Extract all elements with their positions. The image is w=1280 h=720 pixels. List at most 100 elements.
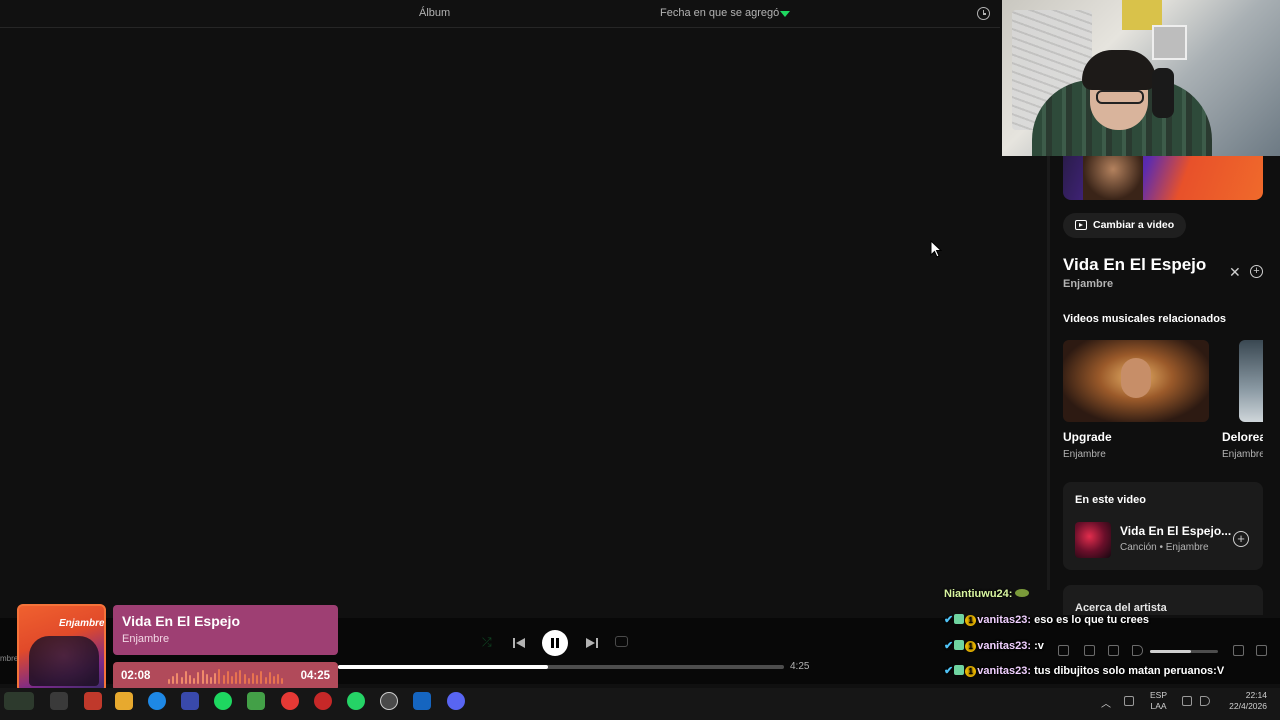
chrome-icon[interactable] xyxy=(281,692,299,710)
artist-canvas-image[interactable] xyxy=(1063,156,1263,200)
waveform-bar xyxy=(210,677,212,684)
microphone-icon[interactable] xyxy=(1058,645,1069,656)
chat-username: vanitas23: xyxy=(977,614,1032,626)
about-artist-card[interactable]: Acerca del artista xyxy=(1063,585,1263,615)
close-icon[interactable]: ✕ xyxy=(1229,265,1241,279)
waveform-bar xyxy=(176,673,179,684)
speaker-icon[interactable] xyxy=(1200,696,1210,706)
overlay-track-artist: Enjambre xyxy=(122,633,170,645)
overlay-total-time: 04:25 xyxy=(300,670,330,682)
minecraft-icon[interactable] xyxy=(247,692,265,710)
chevron-up-icon[interactable]: ︿ xyxy=(1101,695,1111,710)
waveform-bar xyxy=(184,671,187,684)
settings-icon[interactable] xyxy=(380,692,398,710)
clock-date: 22/4/2026 xyxy=(1229,701,1267,711)
chat-username: vanitas23: xyxy=(977,640,1032,652)
network-icon[interactable] xyxy=(1182,696,1192,706)
previous-track-icon[interactable] xyxy=(512,636,526,654)
date-added-column-header[interactable]: Fecha en que se agregó xyxy=(660,7,779,19)
subscriber-badge-icon xyxy=(954,665,965,675)
related-video-thumbnail[interactable] xyxy=(1239,340,1263,422)
song-cover-thumbnail[interactable] xyxy=(1075,522,1111,558)
rank-badge-icon: 1 xyxy=(965,666,977,677)
miniplayer-icon[interactable] xyxy=(1233,645,1244,656)
language-code: ESP xyxy=(1150,690,1168,700)
file-explorer-icon[interactable] xyxy=(115,692,133,710)
tray-app-icon[interactable] xyxy=(1124,696,1134,706)
store-icon[interactable] xyxy=(181,692,199,710)
related-video-artist[interactable]: Enjambre xyxy=(1222,449,1263,460)
waveform-bar xyxy=(268,672,271,684)
related-video-thumbnail[interactable] xyxy=(1063,340,1209,422)
chat-message: ✔ 1 vanitas23: eso es lo que tu crees xyxy=(944,613,1149,626)
overlay-waveform xyxy=(168,669,288,684)
video-icon xyxy=(1075,220,1087,230)
clock-icon[interactable] xyxy=(977,7,990,20)
spotify-icon[interactable] xyxy=(214,692,232,710)
waveform-bar xyxy=(180,677,183,684)
start-button-icon[interactable] xyxy=(4,692,34,710)
related-video-title[interactable]: Upgrade xyxy=(1063,430,1112,444)
related-videos-heading: Videos musicales relacionados xyxy=(1063,313,1227,325)
related-video-title[interactable]: Delorean xyxy=(1222,430,1263,444)
playback-progress-bar[interactable] xyxy=(338,665,784,669)
edge-icon[interactable] xyxy=(148,692,166,710)
overlay-album-art: Enjambre xyxy=(17,604,106,693)
overlay-progress-bar: 02:08 04:25 xyxy=(113,662,338,691)
waveform-bar xyxy=(222,675,225,684)
whatsapp-icon[interactable] xyxy=(347,692,365,710)
add-to-playlist-icon[interactable]: + xyxy=(1250,265,1263,278)
waveform-bar xyxy=(260,671,263,684)
waveform-bar xyxy=(247,678,250,684)
album-art-logo: Enjambre xyxy=(59,618,105,629)
spotify-window: Álbum Fecha en que se agregó Cambiar a v… xyxy=(0,0,1280,720)
chat-text: :v xyxy=(1034,640,1044,652)
repeat-icon[interactable] xyxy=(615,636,628,647)
in-this-video-heading: En este video xyxy=(1075,494,1146,506)
queue-icon[interactable] xyxy=(1084,645,1095,656)
overlay-track-title: Vida En El Espejo xyxy=(122,613,241,629)
chat-message: ✔ 1 vanitas23: :v xyxy=(944,639,1044,652)
chat-username: vanitas23: xyxy=(977,665,1032,677)
waveform-bar xyxy=(281,678,284,684)
sort-descending-icon[interactable] xyxy=(780,11,790,17)
system-clock[interactable]: 22:14 22/4/2026 xyxy=(1222,690,1267,712)
chat-text: tus dibujitos solo matan peruanos:V xyxy=(1034,665,1225,677)
album-column-header[interactable]: Álbum xyxy=(419,7,450,19)
now-playing-artist[interactable]: Enjambre xyxy=(1063,278,1113,290)
waveform-bar xyxy=(214,673,217,684)
volume-slider[interactable] xyxy=(1150,650,1218,653)
waveform-bar xyxy=(226,671,229,684)
volume-slider-fill xyxy=(1150,650,1191,653)
overlay-elapsed-time: 02:08 xyxy=(121,670,151,682)
verified-badge-icon: ✔ xyxy=(944,614,954,626)
pause-button[interactable] xyxy=(542,630,568,656)
task-view-icon[interactable] xyxy=(50,692,68,710)
switch-to-video-button[interactable]: Cambiar a video xyxy=(1063,213,1187,238)
fullscreen-icon[interactable] xyxy=(1256,645,1267,656)
browser-icon[interactable] xyxy=(84,692,102,710)
shuffle-icon[interactable]: ⤮ xyxy=(482,636,496,648)
davinci-icon[interactable] xyxy=(413,692,431,710)
language-indicator[interactable]: ESP LAA xyxy=(1150,690,1167,712)
now-playing-title[interactable]: Vida En El Espejo xyxy=(1063,255,1206,275)
chat-username: Niantiuwu24: xyxy=(944,588,1013,600)
subscriber-badge-icon xyxy=(954,614,965,624)
discord-icon[interactable] xyxy=(447,692,465,710)
connect-device-icon[interactable] xyxy=(1108,645,1119,656)
waveform-bar xyxy=(201,670,204,684)
chat-text: eso es lo que tu crees xyxy=(1034,614,1150,626)
emote-icon xyxy=(1015,589,1030,597)
waveform-bar xyxy=(172,676,175,684)
chat-message: ✔ 1 vanitas23: tus dibujitos solo matan pe… xyxy=(944,664,1224,677)
edge-text: mbre xyxy=(0,654,19,663)
related-video-artist[interactable]: Enjambre xyxy=(1063,449,1106,460)
obs-icon[interactable] xyxy=(314,692,332,710)
add-to-playlist-icon[interactable]: + xyxy=(1233,531,1249,547)
switch-to-video-label: Cambiar a video xyxy=(1093,219,1175,231)
rank-badge-icon: 1 xyxy=(965,615,977,626)
waveform-bar xyxy=(235,672,238,684)
next-track-icon[interactable] xyxy=(585,636,599,654)
volume-icon[interactable] xyxy=(1132,645,1143,656)
in-this-video-song-title[interactable]: Vida En El Espejo... xyxy=(1120,524,1231,538)
